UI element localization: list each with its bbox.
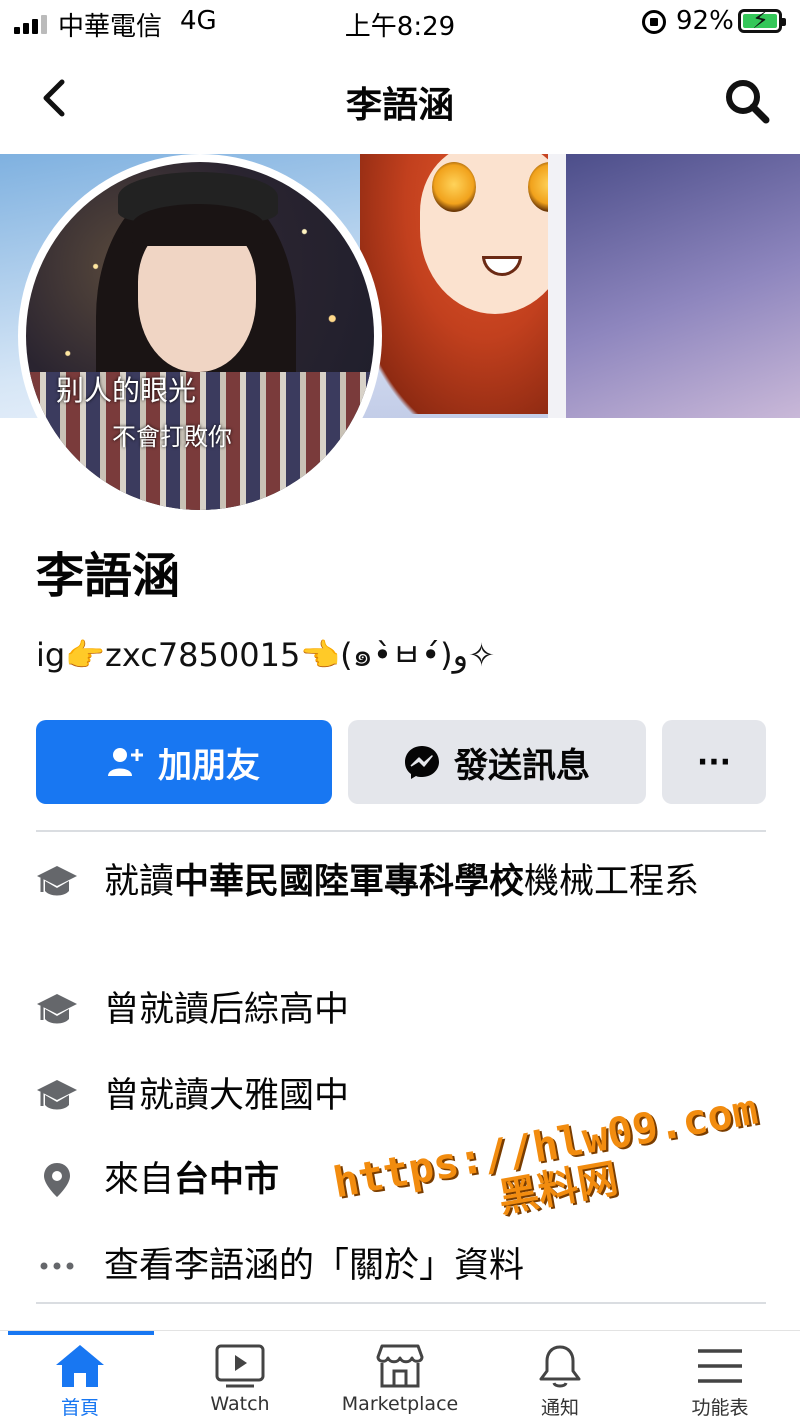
marketplace-icon [376, 1344, 424, 1388]
see-about-row[interactable]: 查看李語涵的「關於」資料 [36, 1240, 776, 1292]
profile-name: 李語涵 [36, 548, 181, 604]
tab-home[interactable]: 首頁 [0, 1331, 160, 1424]
tab-watch[interactable]: Watch [160, 1331, 320, 1424]
orientation-lock-icon [642, 10, 666, 34]
bell-icon [539, 1345, 581, 1388]
tab-marketplace[interactable]: Marketplace [320, 1331, 480, 1424]
more-dots-icon [40, 1262, 74, 1270]
profile-avatar[interactable]: 别人的眼光 不會打敗你 [18, 154, 382, 518]
education-row-2[interactable]: 曾就讀后綜高中 [36, 984, 776, 1036]
cover-panel-divider [548, 154, 566, 418]
tab-label: 首頁 [60, 1397, 99, 1419]
graduation-cap-icon [37, 994, 77, 1024]
profile-bio: ig👉zxc7850015👈(๑•̀ㅂ•́)و✧ [36, 636, 495, 674]
graduation-cap-icon [37, 1080, 77, 1110]
section-divider [36, 830, 766, 832]
cover-panel-right [566, 154, 800, 418]
page-title: 李語涵 [345, 85, 454, 126]
tab-label: Watch [210, 1393, 270, 1415]
cover-illustration-eye [432, 162, 476, 212]
add-friend-icon [108, 748, 143, 776]
tab-label: Marketplace [341, 1393, 459, 1415]
bottom-tab-bar: 首頁 Watch Marketplace 通知 功能表 [0, 1330, 800, 1424]
add-friend-label: 加朋友 [158, 745, 260, 786]
school-name[interactable]: 中華民國陸軍專科學校 [174, 862, 524, 902]
hometown-prefix: 來自 [104, 1160, 175, 1200]
more-options-button[interactable]: ··· [662, 720, 766, 804]
graduation-cap-icon [37, 866, 77, 896]
tab-menu[interactable]: 功能表 [640, 1331, 800, 1424]
tab-label: 通知 [540, 1397, 579, 1419]
avatar-bangs [132, 204, 264, 246]
messenger-icon [405, 746, 439, 779]
watch-icon [215, 1344, 265, 1388]
see-about-text: 查看李語涵的「關於」資料 [104, 1246, 525, 1286]
search-icon[interactable] [722, 76, 772, 126]
more-options-label: ··· [696, 744, 732, 780]
menu-icon [698, 1349, 742, 1383]
send-message-button[interactable]: 發送訊息 [348, 720, 646, 804]
location-pin-icon [44, 1163, 70, 1197]
send-message-label: 發送訊息 [454, 745, 590, 786]
battery-percent: 92% [676, 6, 734, 36]
home-icon [56, 1345, 104, 1387]
tab-notifications[interactable]: 通知 [480, 1331, 640, 1424]
education-prefix: 就讀 [104, 862, 175, 902]
section-divider [36, 1302, 766, 1304]
avatar-caption-line-2: 不會打敗你 [112, 423, 232, 451]
tab-label: 功能表 [691, 1397, 749, 1419]
education-row-1[interactable]: 就讀中華民國陸軍專科學校機械工程系 [36, 856, 776, 908]
avatar-caption: 别人的眼光 不會打敗你 [56, 368, 346, 460]
charging-bolt-icon: ⚡ [752, 6, 769, 34]
education-text: 曾就讀后綜高中 [104, 990, 350, 1030]
avatar-caption-line-1: 别人的眼光 [56, 374, 197, 407]
education-major: 機械工程系 [524, 862, 700, 902]
status-bar: 中華電信 4G 上午8:29 92% ⚡ [0, 0, 800, 48]
avatar-photo: 别人的眼光 不會打敗你 [26, 162, 374, 510]
hometown-city[interactable]: 台中市 [174, 1160, 279, 1200]
top-nav-bar: 李語涵 [0, 48, 800, 152]
add-friend-button[interactable]: 加朋友 [36, 720, 332, 804]
